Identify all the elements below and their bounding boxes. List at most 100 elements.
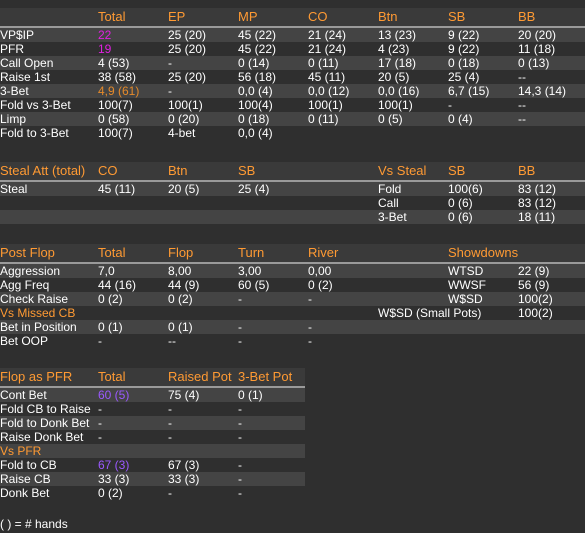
stat-value: - bbox=[168, 486, 172, 500]
stat-value: - bbox=[98, 402, 102, 416]
flop-pfr-col-total: Total bbox=[98, 369, 126, 384]
postflop-title: Post Flop bbox=[0, 245, 55, 260]
stat-label: 3-Bet bbox=[0, 84, 29, 98]
stat-value: 100(7) bbox=[98, 98, 133, 112]
flop-pfr-row: Donk Bet 0 (2) - - bbox=[0, 486, 305, 500]
stat-value: 20 (5) bbox=[168, 182, 200, 196]
postflop-row: Check Raise 0 (2) 0 (2) - - W$SD 100(2) bbox=[0, 292, 585, 306]
stat-value: 21 (24) bbox=[308, 28, 347, 42]
stat-label: Call Open bbox=[0, 56, 54, 70]
stat-value: 9 (22) bbox=[448, 42, 480, 56]
preflop-col-sb: SB bbox=[448, 9, 466, 24]
stat-value: 0 (2) bbox=[168, 292, 193, 306]
postflop-section: Post Flop Total Flop Turn River Showdown… bbox=[0, 244, 585, 348]
stat-value: - bbox=[308, 292, 312, 306]
stat-value: - bbox=[238, 292, 242, 306]
flop-pfr-row: Vs PFR bbox=[0, 444, 305, 458]
flop-pfr-row: Fold to CB 67 (3) 67 (3) - bbox=[0, 458, 305, 472]
stat-value: 25 (20) bbox=[168, 28, 207, 42]
stat-value: 0 (5) bbox=[378, 112, 403, 126]
stat-label: Raise 1st bbox=[0, 70, 51, 84]
stat-value: 7,0 bbox=[98, 264, 115, 278]
flop-pfr-row: Fold CB to Raise - - - bbox=[0, 402, 305, 416]
preflop-col-bb: BB bbox=[518, 9, 536, 24]
stat-label: Vs Missed CB bbox=[0, 306, 76, 320]
stat-value: - bbox=[238, 320, 242, 334]
stat-label: PFR bbox=[0, 42, 24, 56]
postflop-col-flop: Flop bbox=[168, 245, 194, 260]
stat-value: 11 (18) bbox=[518, 42, 556, 56]
stat-value: 25 (4) bbox=[238, 182, 270, 196]
stat-value: 100(2) bbox=[518, 292, 553, 306]
postflop-col-turn: Turn bbox=[238, 245, 265, 260]
preflop-row: 3-Bet 4,9 (61) - 0,0 (4) 0,0 (12) 0,0 (16) 6,7… bbox=[0, 84, 585, 98]
preflop-row: PFR 19 25 (20) 45 (22) 21 (24) 4 (23) 9 (22) 11… bbox=[0, 42, 585, 56]
stat-value: 17 (18) bbox=[378, 56, 417, 70]
stat-value: W$SD (Small Pots) bbox=[378, 306, 482, 320]
preflop-row: Fold to 3-Bet 100(7) 4-bet 0,0 (4) bbox=[0, 126, 585, 140]
stat-value: WWSF bbox=[448, 278, 486, 292]
postflop-row: Aggression 7,0 8,00 3,00 0,00 WTSD 22 (9) bbox=[0, 264, 585, 278]
flop-pfr-col-raised: Raised Pot bbox=[168, 369, 232, 384]
stat-value: - bbox=[238, 334, 242, 348]
stat-value: 0,0 (4) bbox=[238, 84, 273, 98]
vs-steal-title: Vs Steal bbox=[378, 163, 427, 178]
steal-header: Steal Att (total) CO Btn SB Vs Steal SB … bbox=[0, 162, 585, 182]
stat-value: 0 (4) bbox=[448, 112, 473, 126]
steal-row: 3-Bet 0 (6) 18 (11) bbox=[0, 210, 585, 224]
stat-value: 0,0 (12) bbox=[308, 84, 350, 98]
stat-value: - bbox=[168, 84, 172, 98]
flop-pfr-row: Cont Bet 60 (5) 75 (4) 0 (1) bbox=[0, 388, 305, 402]
stat-label: Fold vs 3-Bet bbox=[0, 98, 71, 112]
stat-label: Fold to 3-Bet bbox=[0, 126, 69, 140]
stat-value: -- bbox=[168, 334, 176, 348]
stat-value: Fold bbox=[378, 182, 402, 196]
stat-value: - bbox=[238, 402, 242, 416]
stat-value: 0 (11) bbox=[308, 112, 339, 126]
stat-label: Check Raise bbox=[0, 292, 69, 306]
vs-steal-col-bb: BB bbox=[518, 163, 536, 178]
stat-label: Bet OOP bbox=[0, 334, 49, 348]
stat-value: 25 (20) bbox=[168, 42, 207, 56]
stat-value: -- bbox=[518, 98, 526, 112]
steal-row: Steal 45 (11) 20 (5) 25 (4) Fold 100(6) 83 (12… bbox=[0, 182, 585, 196]
stat-value: 0 (1) bbox=[168, 320, 193, 334]
stat-value: - bbox=[98, 334, 102, 348]
stat-label: Bet in Position bbox=[0, 320, 77, 334]
stat-value: 100(2) bbox=[518, 306, 553, 320]
stat-value: 4 (53) bbox=[98, 56, 130, 70]
stat-value: 56 (18) bbox=[238, 70, 277, 84]
stat-value: 6,7 (15) bbox=[448, 84, 490, 98]
stat-value: 45 (11) bbox=[98, 182, 136, 196]
stat-value: 45 (22) bbox=[238, 28, 277, 42]
preflop-col-total: Total bbox=[98, 9, 126, 24]
stat-label: Fold CB to Raise bbox=[0, 402, 91, 416]
stat-value: 100(7) bbox=[98, 126, 133, 140]
postflop-row: Bet OOP - -- - - bbox=[0, 334, 585, 348]
stat-value: - bbox=[238, 486, 242, 500]
steal-col-btn: Btn bbox=[168, 163, 188, 178]
stat-value: 100(4) bbox=[238, 98, 273, 112]
stat-value: 67 (3) bbox=[168, 458, 200, 472]
stat-value: 22 bbox=[98, 28, 112, 42]
preflop-col-co: CO bbox=[308, 9, 328, 24]
stat-value: - bbox=[238, 416, 242, 430]
flop-pfr-row: Raise CB 33 (3) 33 (3) - bbox=[0, 472, 305, 486]
stat-label: VP$IP bbox=[0, 28, 35, 42]
stat-value: 25 (4) bbox=[448, 70, 480, 84]
stat-value: - bbox=[168, 402, 172, 416]
stat-value: - bbox=[308, 334, 312, 348]
stat-label: Vs PFR bbox=[0, 444, 42, 458]
stat-value: 44 (9) bbox=[168, 278, 200, 292]
postflop-row: Agg Freq 44 (16) 44 (9) 60 (5) 0 (2) WWSF 56 (… bbox=[0, 278, 585, 292]
flop-pfr-col-3bet: 3-Bet Pot bbox=[238, 369, 293, 384]
stat-value: - bbox=[448, 98, 452, 112]
stat-value: 0 (13) bbox=[518, 56, 550, 70]
stat-value: W$SD bbox=[448, 292, 483, 306]
stat-value: 100(1) bbox=[378, 98, 413, 112]
stat-value: WTSD bbox=[448, 264, 484, 278]
postflop-col-total: Total bbox=[98, 245, 126, 260]
stat-value: 83 (12) bbox=[518, 182, 557, 196]
stat-value: - bbox=[98, 416, 102, 430]
stat-value: 3-Bet bbox=[378, 210, 407, 224]
